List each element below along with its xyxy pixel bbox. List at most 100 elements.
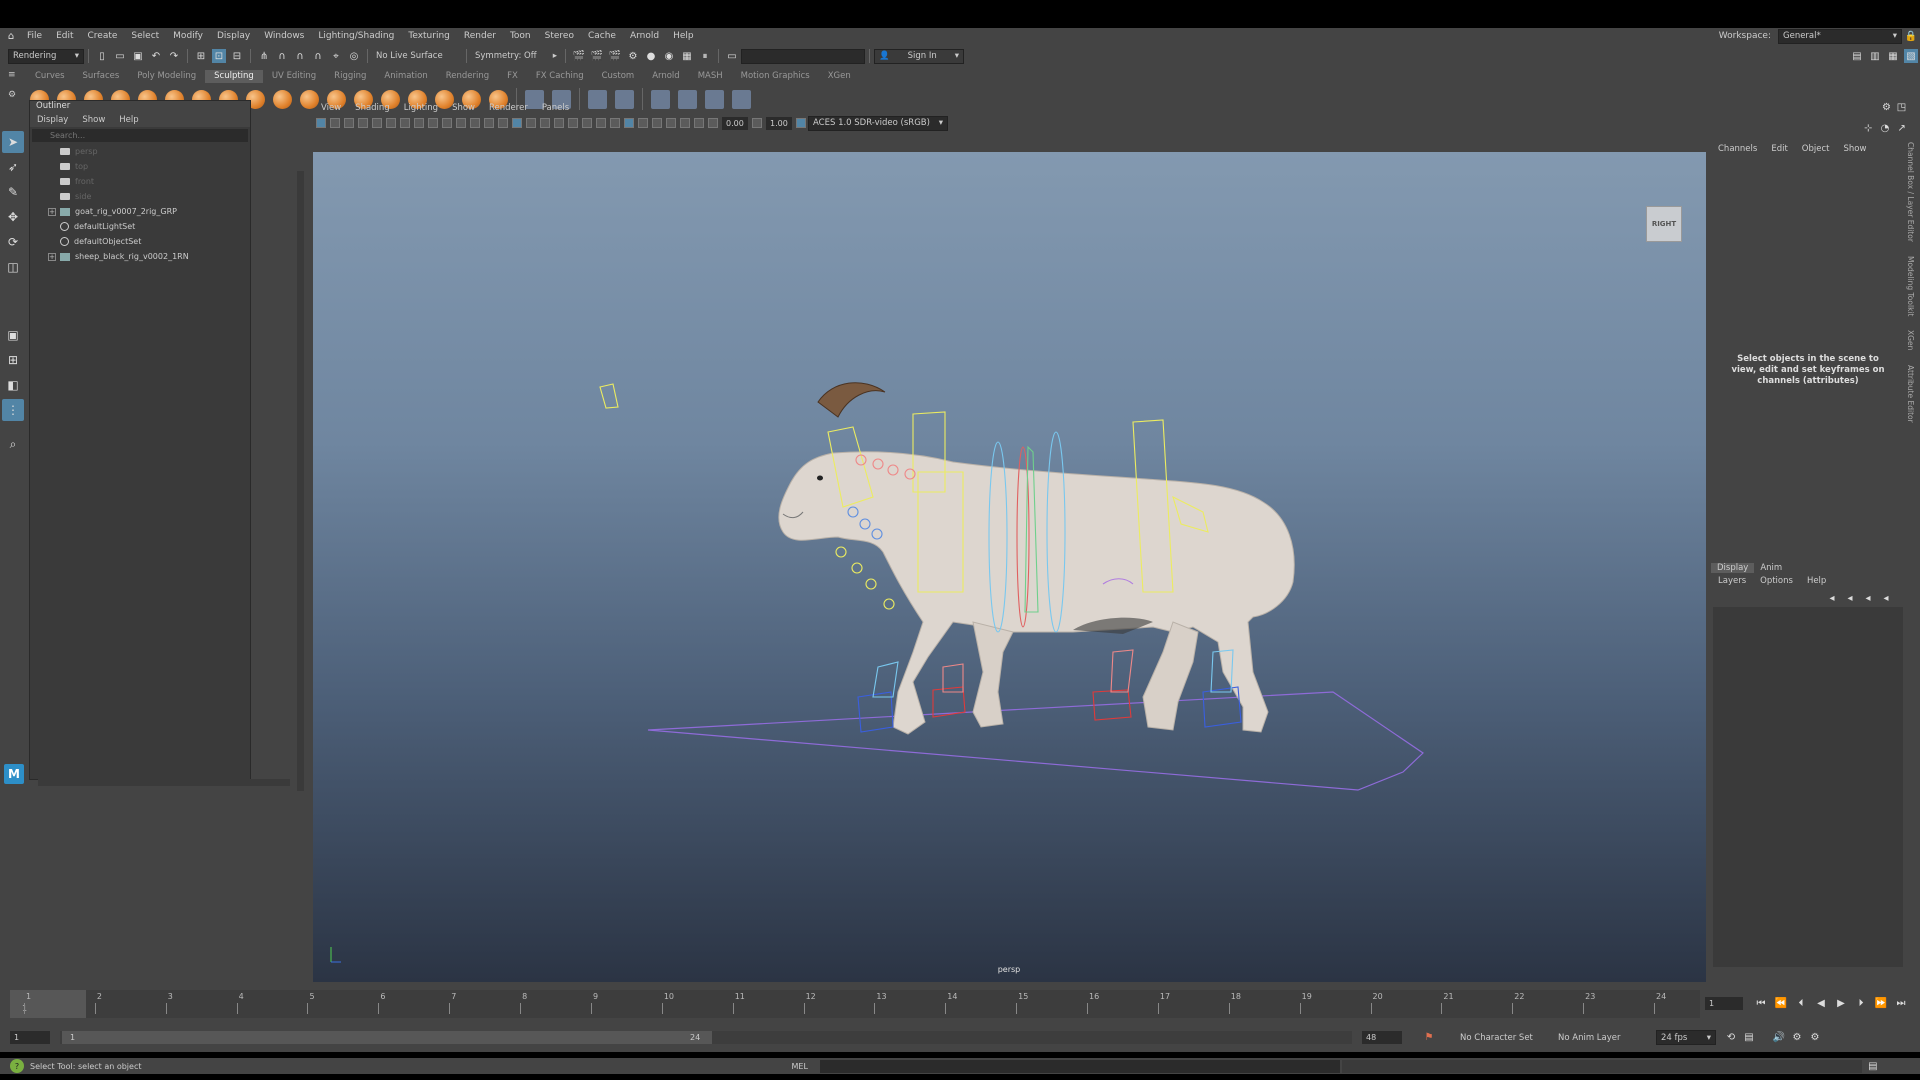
layer-menu-help[interactable]: Help bbox=[1800, 576, 1833, 586]
outliner-scrollbar[interactable] bbox=[297, 171, 304, 791]
live-surface-field[interactable]: No Live Surface bbox=[372, 48, 462, 64]
shelf-tab-fx-caching[interactable]: FX Caching bbox=[527, 70, 593, 83]
shelf-tab-motion-graphics[interactable]: Motion Graphics bbox=[732, 70, 819, 83]
safe-action-icon[interactable] bbox=[470, 118, 480, 128]
gamma-field[interactable]: 1.00 bbox=[766, 116, 792, 130]
smooth-shade-icon[interactable] bbox=[512, 118, 522, 128]
2d-pan-zoom-icon[interactable] bbox=[372, 118, 382, 128]
scale-tool-icon[interactable]: ◫ bbox=[2, 256, 24, 278]
move-layer-up-icon[interactable]: ◂ bbox=[1825, 591, 1839, 605]
shelf-tab-rendering[interactable]: Rendering bbox=[437, 70, 498, 83]
viewport-menu-renderer[interactable]: Renderer bbox=[482, 103, 535, 113]
beard-1[interactable] bbox=[835, 546, 847, 558]
anti-aliasing-icon[interactable] bbox=[624, 118, 634, 128]
outliner-item[interactable]: top bbox=[48, 159, 250, 174]
menu-render[interactable]: Render bbox=[457, 31, 503, 41]
shelf-tab-sculpting[interactable]: Sculpting bbox=[205, 70, 263, 83]
expand-icon[interactable]: + bbox=[48, 252, 56, 261]
outliner-layout-icon[interactable]: ⋮ bbox=[2, 399, 24, 421]
step-forward-key-icon[interactable]: ⏩ bbox=[1873, 996, 1889, 1010]
side-tab[interactable]: Channel Box / Layer Editor bbox=[1906, 142, 1915, 242]
toggle-modeling-toolkit-icon[interactable]: ▤ bbox=[1850, 49, 1864, 63]
step-forward-frame-icon[interactable]: ⏵ bbox=[1853, 996, 1869, 1010]
viewport-menu-lighting[interactable]: Lighting bbox=[397, 103, 445, 113]
single-perspective-icon[interactable]: ▣ bbox=[2, 324, 24, 346]
outliner-menu-display[interactable]: Display bbox=[30, 115, 75, 125]
move-tool-icon[interactable]: ✥ bbox=[2, 206, 24, 228]
select-component-icon[interactable]: ⊟ bbox=[230, 49, 244, 63]
animation-start-field[interactable]: 1 bbox=[10, 1031, 50, 1044]
redo-icon[interactable]: ↷ bbox=[167, 49, 181, 63]
render-settings-icon[interactable]: ⚙ bbox=[626, 49, 640, 63]
new-layer-selected-icon[interactable]: ◂ bbox=[1879, 591, 1893, 605]
shelf-tab-rigging[interactable]: Rigging bbox=[325, 70, 375, 83]
lock-icon[interactable]: 🔒 bbox=[1904, 29, 1918, 43]
colorspace-dropdown[interactable]: ACES 1.0 SDR-video (sRGB) ▾ bbox=[808, 115, 948, 131]
snap-live-icon[interactable]: ◎ bbox=[347, 49, 361, 63]
outliner-item[interactable]: defaultLightSet bbox=[48, 219, 250, 234]
shape-editor-icon[interactable] bbox=[678, 89, 697, 109]
shelf-menu-icon[interactable]: ≡ ⚙ bbox=[8, 70, 22, 114]
beard-3[interactable] bbox=[865, 578, 877, 590]
outliner-search-input[interactable]: Search... bbox=[32, 129, 248, 142]
channel-filter-icon[interactable]: ⊹ bbox=[1862, 121, 1875, 135]
toggle-tool-settings-icon[interactable]: ▦ bbox=[1886, 49, 1900, 63]
depth-of-field-icon[interactable] bbox=[638, 118, 648, 128]
side-tab[interactable]: Attribute Editor bbox=[1906, 365, 1915, 423]
resolution-gate-icon[interactable] bbox=[428, 118, 438, 128]
snap-point-icon[interactable]: ∩ bbox=[293, 49, 307, 63]
fl-leg-pv[interactable] bbox=[872, 661, 899, 698]
ear-control[interactable] bbox=[599, 383, 619, 409]
world-control-curve[interactable] bbox=[647, 691, 1424, 791]
viewport-menu-panels[interactable]: Panels bbox=[535, 103, 576, 113]
cache-playback-icon[interactable]: ▤ bbox=[1742, 1031, 1756, 1045]
search-icon[interactable]: ⌕ bbox=[2, 433, 24, 455]
outliner-menu-show[interactable]: Show bbox=[75, 115, 112, 125]
outliner-menu-help[interactable]: Help bbox=[112, 115, 145, 125]
arnold-render-icon[interactable]: ◉ bbox=[662, 49, 676, 63]
viewport-menu-shading[interactable]: Shading bbox=[348, 103, 397, 113]
beard-4[interactable] bbox=[883, 598, 895, 610]
imprint-tool-icon[interactable] bbox=[273, 89, 292, 109]
pause-icon[interactable]: ⏸ bbox=[698, 49, 712, 63]
channel-menu-object[interactable]: Object bbox=[1795, 144, 1837, 154]
grid-icon[interactable] bbox=[400, 118, 410, 128]
panel-float-icon[interactable]: ◳ bbox=[1896, 100, 1907, 114]
side-tab[interactable]: XGen bbox=[1906, 330, 1915, 350]
select-tool-icon[interactable]: ➤ bbox=[2, 131, 24, 153]
grease-pencil-icon[interactable] bbox=[386, 118, 396, 128]
sculpt-layers-icon[interactable] bbox=[732, 89, 751, 109]
menu-display[interactable]: Display bbox=[210, 31, 257, 41]
ambient-occlusion-icon[interactable] bbox=[596, 118, 606, 128]
outliner-item[interactable]: + goat_rig_v0007_2rig_GRP bbox=[48, 204, 250, 219]
select-camera-icon[interactable] bbox=[316, 118, 326, 128]
menu-stereo[interactable]: Stereo bbox=[538, 31, 581, 41]
panel-settings-icon[interactable]: ⚙ bbox=[1881, 100, 1892, 114]
range-handle[interactable] bbox=[62, 1031, 712, 1044]
outliner-item[interactable]: defaultObjectSet bbox=[48, 234, 250, 249]
viewport-menu-view[interactable]: View bbox=[314, 103, 348, 113]
menu-windows[interactable]: Windows bbox=[257, 31, 311, 41]
rotate-tool-icon[interactable]: ⟳ bbox=[2, 231, 24, 253]
key-settings-icon[interactable]: ⚙ bbox=[1808, 1031, 1822, 1045]
menu-texturing[interactable]: Texturing bbox=[401, 31, 457, 41]
snap-grid-icon[interactable]: ⋔ bbox=[257, 49, 271, 63]
camera-attributes-icon[interactable] bbox=[330, 118, 340, 128]
film-gate-icon[interactable] bbox=[414, 118, 424, 128]
anim-prefs-icon[interactable]: ⚙ bbox=[1790, 1031, 1804, 1045]
loop-icon[interactable]: ⟲ bbox=[1724, 1031, 1738, 1045]
channel-sync-icon[interactable]: ◔ bbox=[1879, 121, 1892, 135]
snap-surface-icon[interactable]: ⌖ bbox=[329, 49, 343, 63]
time-slider[interactable]: 1 12345678910111213141516171819202122232… bbox=[10, 990, 1700, 1018]
persp-outliner-icon[interactable]: ◧ bbox=[2, 374, 24, 396]
input-line-icon[interactable]: ▭ bbox=[725, 49, 739, 63]
lasso-tool-icon[interactable]: ➶ bbox=[2, 156, 24, 178]
current-frame-field[interactable]: 1 bbox=[1705, 996, 1743, 1010]
character-set-dropdown[interactable]: No Character Set bbox=[1456, 1030, 1546, 1045]
shelf-tab-mash[interactable]: MASH bbox=[689, 70, 732, 83]
save-scene-icon[interactable]: ▣ bbox=[131, 49, 145, 63]
mel-label[interactable]: MEL bbox=[791, 1062, 807, 1071]
textured-icon[interactable] bbox=[554, 118, 564, 128]
shelf-tab-arnold[interactable]: Arnold bbox=[643, 70, 689, 83]
motion-blur-icon[interactable] bbox=[610, 118, 620, 128]
